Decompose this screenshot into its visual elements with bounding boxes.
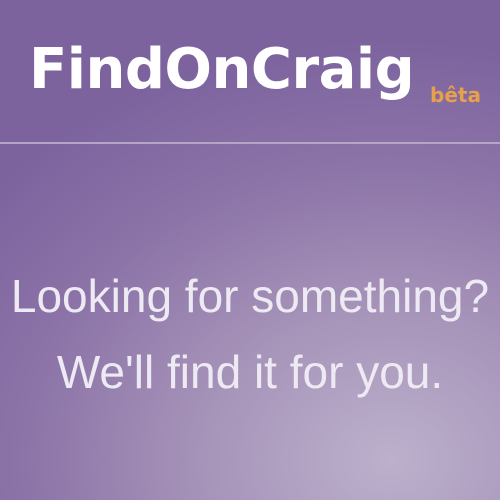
header-divider	[0, 142, 500, 144]
beta-badge: bêta	[430, 83, 481, 107]
hero-tagline-line1: Looking for something?	[10, 270, 490, 322]
site-logo[interactable]: FindOnCraig	[29, 36, 415, 104]
hero-tagline-line2: We'll find it for you.	[56, 346, 444, 398]
